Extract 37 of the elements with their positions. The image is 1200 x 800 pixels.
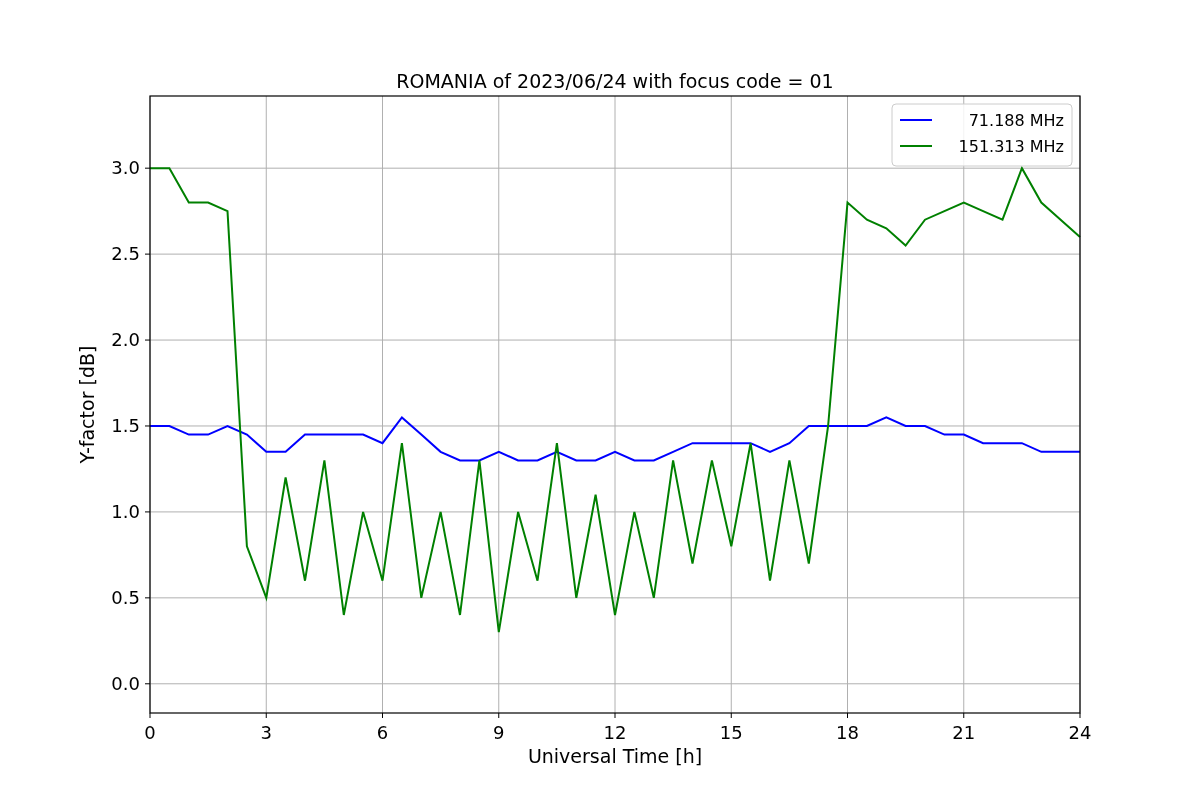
tick-mark [382, 712, 383, 719]
x-tick-label: 0 [144, 722, 156, 743]
tick-mark [144, 511, 151, 513]
x-tick-label: 24 [1068, 722, 1092, 743]
tick-mark [144, 253, 151, 255]
tick-mark [498, 712, 500, 719]
tick-mark [614, 712, 616, 719]
x-tick-label: 9 [493, 722, 505, 743]
tick-mark [730, 712, 732, 719]
tick-mark [1079, 712, 1081, 719]
x-tick-label: 3 [260, 722, 272, 743]
tick-mark [265, 712, 267, 719]
y-axis-label: Y-factor [dB] [76, 345, 98, 464]
y-tick-label: 1.5 [111, 415, 140, 436]
tick-mark [144, 425, 151, 427]
chart-title: ROMANIA of 2023/06/24 with focus code = 01 [396, 70, 834, 92]
y-tick-label: 2.0 [111, 329, 140, 351]
x-tick-label: 15 [719, 722, 743, 743]
legend-label: 151.313 MHz [958, 137, 1064, 156]
x-tick-label: 12 [603, 722, 627, 743]
tick-mark [144, 339, 151, 341]
tick-mark [149, 712, 151, 719]
y-tick-label: 2.5 [111, 243, 140, 265]
legend-label: 71.188 MHz [968, 111, 1064, 130]
tick-mark [847, 712, 848, 719]
x-tick-label: 21 [952, 722, 976, 743]
y-tick-label: 1.0 [111, 500, 140, 522]
tick-mark [144, 167, 151, 169]
tick-mark [963, 712, 965, 719]
x-tick-label: 6 [376, 722, 389, 743]
y-tick-label: 3.0 [111, 157, 140, 179]
x-axis-label: Universal Time [h] [527, 745, 703, 767]
x-tick-label: 18 [836, 722, 859, 743]
tick-mark [144, 683, 151, 685]
tick-mark [144, 597, 151, 599]
y-tick-label: 0.5 [111, 586, 140, 608]
y-tick-label: 0.0 [111, 672, 140, 694]
